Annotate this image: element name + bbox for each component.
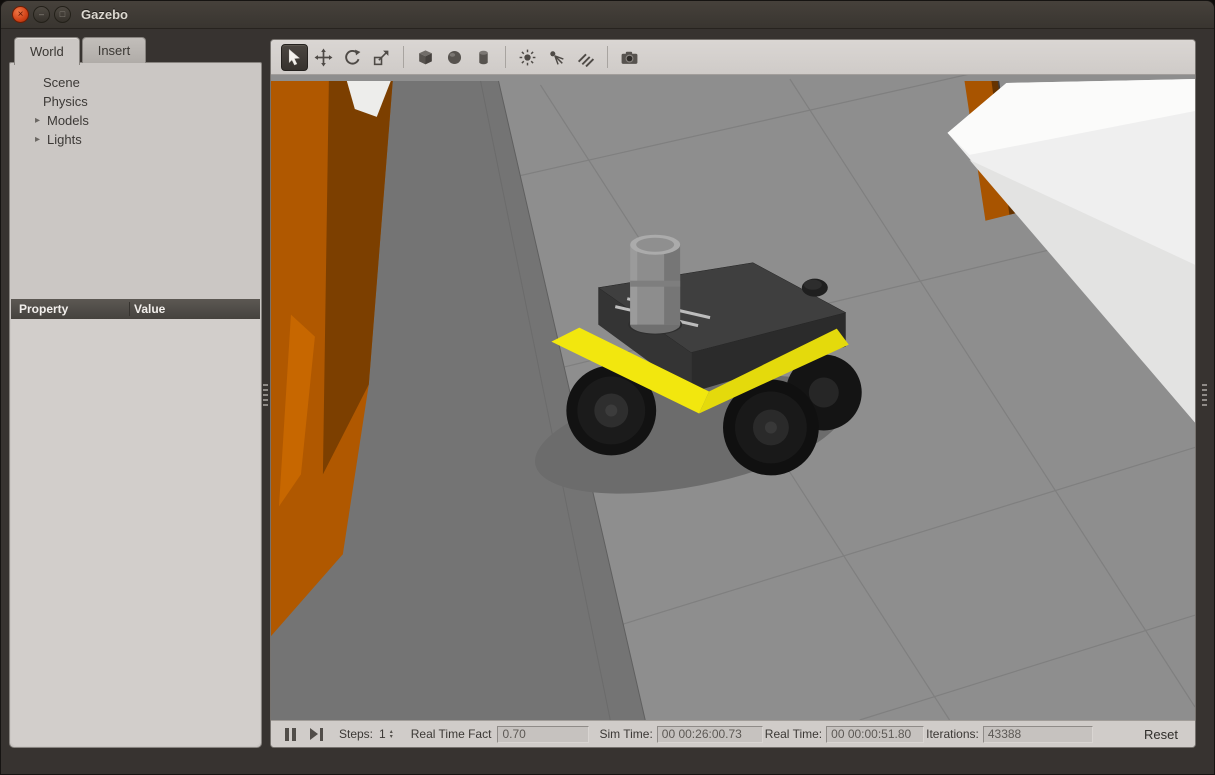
world-tree: Scene Physics ▸ Models ▸ Lights bbox=[10, 63, 261, 149]
tab-insert[interactable]: Insert bbox=[82, 37, 147, 63]
box-icon bbox=[416, 48, 435, 67]
iterations-field: 43388 bbox=[983, 726, 1093, 743]
insert-cylinder-button[interactable] bbox=[470, 44, 497, 71]
lidar-sensor bbox=[628, 235, 682, 335]
toolbar-separator bbox=[403, 46, 404, 68]
maximize-button[interactable]: □ bbox=[54, 6, 71, 23]
cylinder-icon bbox=[474, 48, 493, 67]
simulation-statusbar: Steps: 1 ▴▾ Real Time Fact 0.70 Sim Time… bbox=[271, 720, 1195, 747]
minimize-button[interactable]: – bbox=[33, 6, 50, 23]
screenshot-button[interactable] bbox=[616, 44, 643, 71]
sidebar-tabs: World Insert bbox=[9, 37, 262, 63]
point-light-icon bbox=[518, 48, 537, 67]
steps-spinner[interactable]: 1 ▴▾ bbox=[379, 727, 393, 741]
titlebar[interactable]: × – □ Gazebo bbox=[1, 1, 1214, 29]
render-viewport: Steps: 1 ▴▾ Real Time Fact 0.70 Sim Time… bbox=[270, 39, 1196, 748]
scale-icon bbox=[372, 48, 391, 67]
scene-3d-view[interactable] bbox=[271, 75, 1195, 720]
close-icon: × bbox=[18, 10, 24, 20]
directional-light-icon bbox=[576, 48, 595, 67]
step-icon-bar bbox=[320, 728, 323, 741]
tool-rotate-button[interactable] bbox=[339, 44, 366, 71]
property-table-header: Property Value bbox=[11, 299, 260, 319]
spot-light-icon bbox=[547, 48, 566, 67]
property-table-body bbox=[11, 319, 260, 746]
sim-time-label: Sim Time: bbox=[599, 727, 652, 741]
render-toolbar bbox=[271, 40, 1195, 75]
tree-item-lights[interactable]: ▸ Lights bbox=[10, 130, 261, 149]
scene-container bbox=[271, 75, 1195, 720]
sim-time-field: 00 00:26:00.73 bbox=[657, 726, 763, 743]
step-icon bbox=[310, 728, 318, 740]
camera-icon bbox=[620, 48, 639, 67]
cursor-icon bbox=[285, 48, 304, 67]
insert-sphere-button[interactable] bbox=[441, 44, 468, 71]
gazebo-window: × – □ Gazebo World Insert Scene Phys bbox=[0, 0, 1215, 775]
insert-spot-light-button[interactable] bbox=[543, 44, 570, 71]
steps-value: 1 bbox=[379, 727, 386, 741]
pause-icon bbox=[285, 728, 296, 741]
sidebar: World Insert Scene Physics ▸ Models ▸ bbox=[9, 37, 262, 748]
tab-world-label: World bbox=[30, 44, 64, 59]
window-title: Gazebo bbox=[81, 7, 128, 22]
toolbar-separator bbox=[505, 46, 506, 68]
close-button[interactable]: × bbox=[12, 6, 29, 23]
reset-button[interactable]: Reset bbox=[1135, 724, 1187, 745]
tab-world[interactable]: World bbox=[14, 37, 80, 65]
insert-box-button[interactable] bbox=[412, 44, 439, 71]
spinner-arrows-icon[interactable]: ▴▾ bbox=[390, 729, 393, 739]
tree-item-physics[interactable]: Physics bbox=[10, 92, 261, 111]
tree-item-label: Scene bbox=[43, 75, 80, 90]
insert-directional-light-button[interactable] bbox=[572, 44, 599, 71]
tree-item-label: Physics bbox=[43, 94, 88, 109]
antenna-knob bbox=[802, 279, 828, 297]
tool-translate-button[interactable] bbox=[310, 44, 337, 71]
tree-item-scene[interactable]: Scene bbox=[10, 73, 261, 92]
tree-item-label: Lights bbox=[47, 132, 82, 147]
property-column-header[interactable]: Property bbox=[11, 302, 129, 316]
pause-button[interactable] bbox=[279, 728, 296, 741]
real-time-factor-field[interactable]: 0.70 bbox=[497, 726, 589, 743]
splitter-grip-right[interactable] bbox=[1202, 384, 1207, 406]
expander-icon[interactable]: ▸ bbox=[32, 134, 43, 145]
maximize-icon: □ bbox=[60, 10, 65, 19]
tree-item-models[interactable]: ▸ Models bbox=[10, 111, 261, 130]
real-time-label: Real Time: bbox=[765, 727, 822, 741]
tab-insert-label: Insert bbox=[98, 43, 131, 58]
rotate-icon bbox=[343, 48, 362, 67]
tool-scale-button[interactable] bbox=[368, 44, 395, 71]
insert-point-light-button[interactable] bbox=[514, 44, 541, 71]
move-icon bbox=[314, 48, 333, 67]
toolbar-separator bbox=[607, 46, 608, 68]
steps-label: Steps: bbox=[339, 727, 373, 741]
iterations-label: Iterations: bbox=[926, 727, 979, 741]
world-pane: Scene Physics ▸ Models ▸ Lights Property… bbox=[9, 62, 262, 748]
value-column-header[interactable]: Value bbox=[129, 302, 260, 316]
expander-icon[interactable]: ▸ bbox=[32, 115, 43, 126]
minimize-icon: – bbox=[39, 10, 44, 19]
real-time-factor-label: Real Time Fact bbox=[411, 727, 492, 741]
tree-item-label: Models bbox=[47, 113, 89, 128]
real-time-field: 00 00:00:51.80 bbox=[826, 726, 924, 743]
step-button[interactable] bbox=[310, 728, 323, 741]
tool-select-button[interactable] bbox=[281, 44, 308, 71]
splitter-grip-left[interactable] bbox=[263, 384, 268, 406]
sphere-icon bbox=[445, 48, 464, 67]
